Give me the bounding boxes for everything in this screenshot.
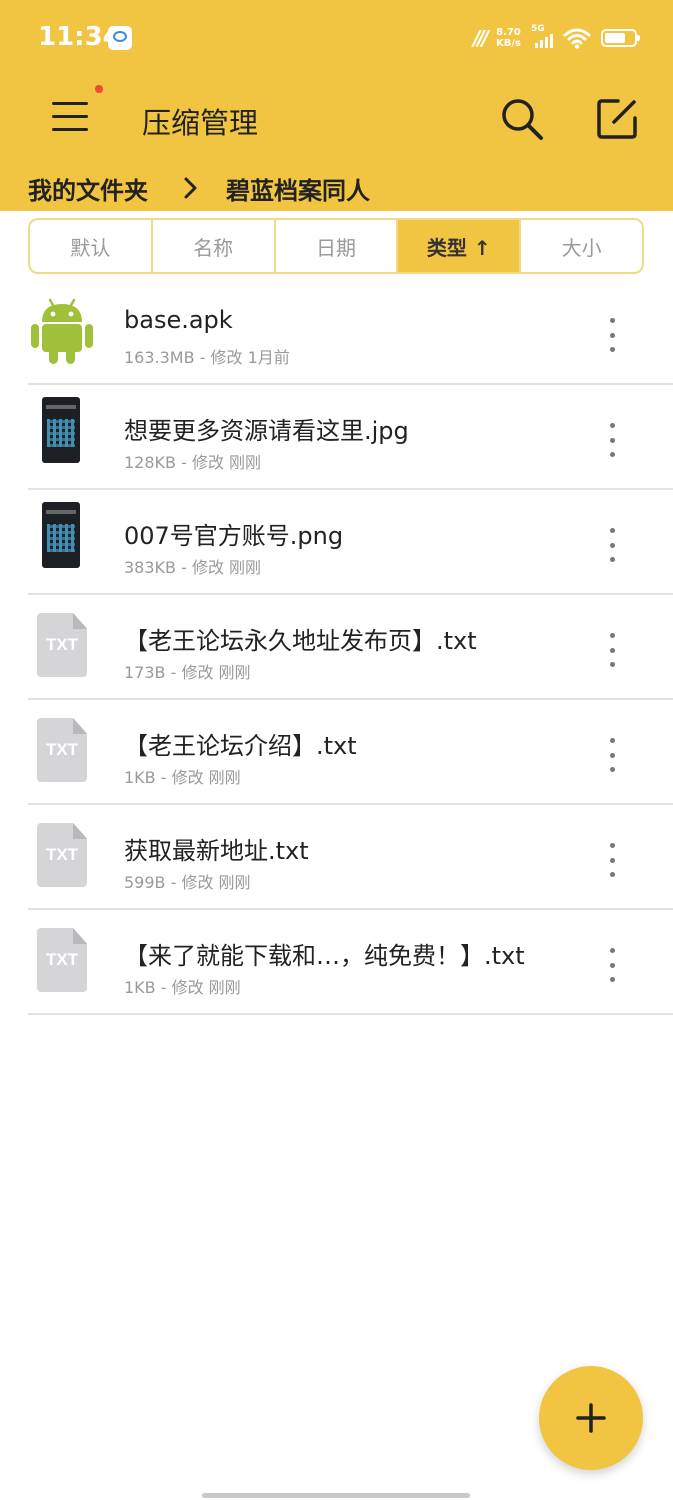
txt-file-label: TXT [45, 950, 79, 969]
breadcrumb: 我的文件夹 碧蓝档案同人 [28, 171, 370, 206]
status-icons: /// 8.70 KB/s 5G [473, 22, 640, 54]
image-thumbnail [42, 397, 80, 463]
more-options-icon[interactable] [598, 528, 626, 562]
breadcrumb-item-current[interactable]: 碧蓝档案同人 [226, 171, 370, 206]
wifi-icon [563, 27, 591, 49]
battery-icon [601, 29, 640, 47]
file-row[interactable]: TXT 【老王论坛永久地址发布页】.txt 173B - 修改 刚刚 [0, 595, 673, 700]
sort-tab-name[interactable]: 名称 [153, 220, 276, 272]
sort-bar: 默认 名称 日期 类型 ↑ 大小 [28, 218, 644, 274]
cellular-signal-icon: 5G [531, 24, 553, 48]
app-notification-icon [108, 26, 132, 50]
edit-button[interactable] [594, 96, 640, 142]
file-row[interactable]: TXT 【来了就能下载和…，纯免费！】.txt 1KB - 修改 刚刚 [0, 910, 673, 1015]
image-thumbnail [42, 502, 80, 568]
more-options-icon[interactable] [598, 738, 626, 772]
file-name: 【老王论坛永久地址发布页】.txt [124, 627, 477, 655]
file-name: 【老王论坛介绍】.txt [124, 732, 357, 760]
file-row[interactable]: TXT 获取最新地址.txt 599B - 修改 刚刚 [0, 805, 673, 910]
add-button[interactable] [539, 1366, 643, 1470]
search-button[interactable] [498, 96, 546, 142]
file-meta: 1KB - 修改 刚刚 [124, 768, 241, 787]
sort-tab-default[interactable]: 默认 [30, 220, 153, 272]
file-meta: 599B - 修改 刚刚 [124, 873, 251, 892]
file-row[interactable]: base.apk 163.3MB - 修改 1月前 [0, 280, 673, 385]
network-speed: 8.70 KB/s [496, 27, 521, 49]
file-row[interactable]: TXT 【老王论坛介绍】.txt 1KB - 修改 刚刚 [0, 700, 673, 805]
network-speed-value: 8.70 [496, 27, 521, 38]
more-options-icon[interactable] [598, 318, 626, 352]
page-title: 压缩管理 [142, 106, 259, 140]
txt-file-label: TXT [45, 845, 79, 864]
txt-file-label: TXT [45, 740, 79, 759]
file-meta: 1KB - 修改 刚刚 [124, 978, 241, 997]
sort-tab-type[interactable]: 类型 ↑ [398, 220, 522, 272]
app-header: 11:34 /// 8.70 KB/s 5G 压缩管理 我的文件夹 碧蓝档案同人 [0, 0, 673, 211]
file-name: 007号官方账号.png [124, 522, 344, 550]
network-type: 5G [531, 24, 545, 34]
txt-file-label: TXT [45, 635, 79, 654]
notification-dot [95, 85, 103, 93]
file-name: 【来了就能下载和…，纯免费！】.txt [124, 942, 525, 970]
home-indicator[interactable] [202, 1493, 470, 1498]
chevron-right-icon [184, 177, 197, 199]
file-meta: 163.3MB - 修改 1月前 [124, 348, 290, 367]
search-icon [502, 99, 543, 140]
more-options-icon[interactable] [598, 633, 626, 667]
file-row[interactable]: 007号官方账号.png 383KB - 修改 刚刚 [0, 490, 673, 595]
more-options-icon[interactable] [598, 948, 626, 982]
edit-icon [597, 99, 637, 139]
network-activity-icon: /// [473, 26, 489, 50]
network-speed-unit: KB/s [496, 38, 521, 49]
more-options-icon[interactable] [598, 843, 626, 877]
file-name: 获取最新地址.txt [124, 837, 309, 865]
file-list: base.apk 163.3MB - 修改 1月前 想要更多资源请看这里.jpg… [0, 280, 673, 1015]
sort-tab-size[interactable]: 大小 [521, 220, 642, 272]
file-meta: 383KB - 修改 刚刚 [124, 558, 262, 577]
file-name: 想要更多资源请看这里.jpg [124, 417, 409, 445]
file-meta: 128KB - 修改 刚刚 [124, 453, 262, 472]
sort-tab-date[interactable]: 日期 [276, 220, 399, 272]
plus-icon [576, 1403, 606, 1433]
android-icon [31, 298, 93, 364]
file-meta: 173B - 修改 刚刚 [124, 663, 251, 682]
breadcrumb-item-root[interactable]: 我的文件夹 [28, 171, 148, 206]
menu-button[interactable] [48, 98, 92, 136]
more-options-icon[interactable] [598, 423, 626, 457]
file-name: base.apk [124, 306, 233, 334]
file-row[interactable]: 想要更多资源请看这里.jpg 128KB - 修改 刚刚 [0, 385, 673, 490]
